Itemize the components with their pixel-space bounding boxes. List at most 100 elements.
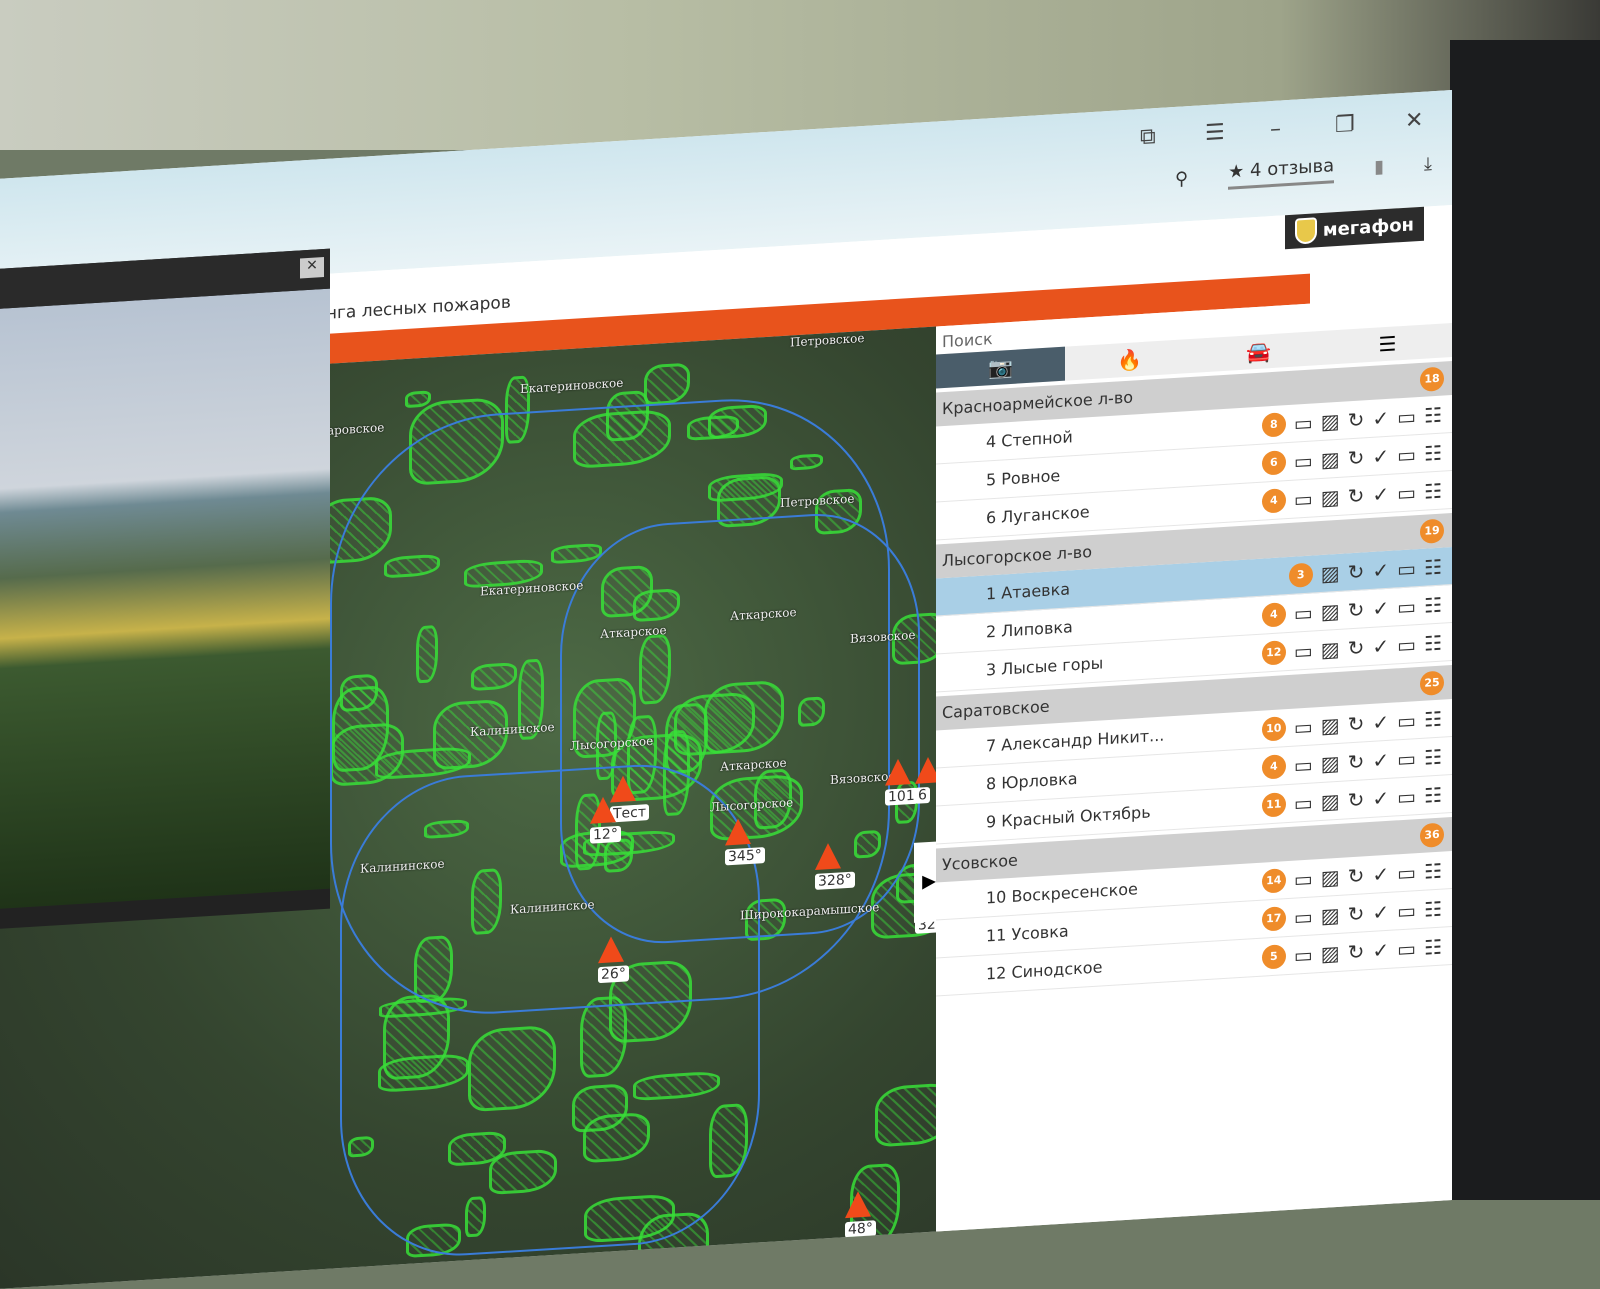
check-icon[interactable]: ✓ <box>1372 481 1389 506</box>
images-icon[interactable]: ▨ <box>1321 598 1340 623</box>
camera-marker[interactable] <box>590 796 616 824</box>
monitor-icon[interactable]: ▭ <box>1397 556 1416 581</box>
video-camera-icon[interactable]: ▭ <box>1294 904 1313 929</box>
check-icon[interactable]: ✓ <box>1372 405 1389 430</box>
download-icon[interactable]: ⤓ <box>1424 153 1432 174</box>
images-icon[interactable]: ▨ <box>1321 484 1340 509</box>
video-camera-icon[interactable]: ▭ <box>1294 866 1313 891</box>
list-icon[interactable]: ☷ <box>1424 858 1442 883</box>
images-icon[interactable]: ▨ <box>1321 712 1340 737</box>
camera-marker[interactable] <box>725 817 751 846</box>
list-icon[interactable]: ☷ <box>1424 402 1442 427</box>
refresh-icon[interactable]: ↻ <box>1348 597 1365 622</box>
refresh-icon[interactable]: ↻ <box>1348 445 1365 470</box>
close-button[interactable]: ✕ <box>1405 108 1423 134</box>
refresh-icon[interactable]: ↻ <box>1348 901 1365 926</box>
refresh-icon[interactable]: ↻ <box>1348 635 1365 660</box>
reviews-link[interactable]: ★ 4 отзыва <box>1228 155 1335 190</box>
monitor-icon[interactable]: ▭ <box>1397 480 1416 505</box>
camera-marker[interactable] <box>845 1190 871 1219</box>
check-icon[interactable]: ✓ <box>1372 633 1389 658</box>
monitor-icon[interactable]: ▭ <box>1397 936 1416 961</box>
forest-area <box>643 362 690 406</box>
images-icon[interactable]: ▨ <box>1321 560 1340 585</box>
list-icon[interactable]: ☷ <box>1424 706 1442 731</box>
menu-icon[interactable]: ☰ <box>1205 120 1225 146</box>
restore-button[interactable]: ❐ <box>1335 112 1355 138</box>
refresh-icon[interactable]: ↻ <box>1348 863 1365 888</box>
bookmark-icon[interactable]: ▮ <box>1374 156 1384 178</box>
marker-label: 101 <box>885 787 918 806</box>
check-icon[interactable]: ✓ <box>1372 861 1389 886</box>
refresh-icon[interactable]: ↻ <box>1348 559 1365 584</box>
images-icon[interactable]: ▨ <box>1321 446 1340 471</box>
tab-layers[interactable]: ☰ <box>1323 323 1452 365</box>
refresh-icon[interactable]: ↻ <box>1348 939 1365 964</box>
video-camera-icon[interactable]: ▭ <box>1294 790 1313 815</box>
images-icon[interactable]: ▨ <box>1321 750 1340 775</box>
video-camera-icon[interactable]: ▭ <box>1294 942 1313 967</box>
video-close-icon[interactable]: ✕ <box>300 256 324 279</box>
refresh-icon[interactable]: ↻ <box>1348 749 1365 774</box>
check-icon[interactable]: ✓ <box>1372 557 1389 582</box>
video-camera-icon[interactable]: ▭ <box>1294 486 1313 511</box>
refresh-icon[interactable]: ↻ <box>1348 483 1365 508</box>
camera-marker[interactable] <box>598 935 624 964</box>
collections-icon[interactable]: ⧉ <box>1140 124 1156 150</box>
check-icon[interactable]: ✓ <box>1372 595 1389 620</box>
check-icon[interactable]: ✓ <box>1372 785 1389 810</box>
group-name: Красноармейское л-во <box>942 387 1134 419</box>
images-icon[interactable]: ▨ <box>1321 408 1340 433</box>
check-icon[interactable]: ✓ <box>1372 899 1389 924</box>
images-icon[interactable]: ▨ <box>1321 902 1340 927</box>
check-icon[interactable]: ✓ <box>1372 937 1389 962</box>
group-count-badge: 36 <box>1420 822 1444 848</box>
check-icon[interactable]: ✓ <box>1372 443 1389 468</box>
camera-marker[interactable] <box>915 756 936 784</box>
images-icon[interactable]: ▨ <box>1321 636 1340 661</box>
video-camera-icon[interactable]: ▭ <box>1294 752 1313 777</box>
zoom-icon[interactable]: ⚲ <box>1175 168 1188 190</box>
video-camera-icon[interactable]: ▭ <box>1294 410 1313 435</box>
refresh-icon[interactable]: ↻ <box>1348 787 1365 812</box>
refresh-icon[interactable]: ↻ <box>1348 407 1365 432</box>
list-icon[interactable]: ☷ <box>1424 554 1442 579</box>
monitor-icon[interactable]: ▭ <box>1397 594 1416 619</box>
monitor-icon[interactable]: ▭ <box>1397 442 1416 467</box>
monitor-icon[interactable]: ▭ <box>1397 898 1416 923</box>
event-count-badge: 17 <box>1261 905 1286 932</box>
list-icon[interactable]: ☷ <box>1424 592 1442 617</box>
images-icon[interactable]: ▨ <box>1321 940 1340 965</box>
list-icon[interactable]: ☷ <box>1424 782 1442 807</box>
refresh-icon[interactable]: ↻ <box>1348 711 1365 736</box>
list-icon[interactable]: ☷ <box>1424 744 1442 769</box>
monitor-icon[interactable]: ▭ <box>1397 784 1416 809</box>
monitor-icon[interactable]: ▭ <box>1397 632 1416 657</box>
minimize-button[interactable]: – <box>1270 116 1281 142</box>
list-icon[interactable]: ☷ <box>1424 630 1442 655</box>
app-window: ⧉ ☰ – ❐ ✕ ⚲ ★ 4 отзыва ▮ ⤓ 64.Система мо… <box>0 90 1452 1289</box>
camera-marker[interactable] <box>815 842 841 870</box>
images-icon[interactable]: ▨ <box>1321 788 1340 813</box>
list-icon[interactable]: ☷ <box>1424 896 1442 921</box>
camera-name: 9 Красный Октябрь <box>986 802 1151 832</box>
list-icon[interactable]: ☷ <box>1424 478 1442 503</box>
video-camera-icon[interactable]: ▭ <box>1294 600 1313 625</box>
images-icon[interactable]: ▨ <box>1321 864 1340 889</box>
monitor-icon[interactable]: ▭ <box>1397 746 1416 771</box>
list-icon[interactable]: ☷ <box>1424 934 1442 959</box>
group-count-badge: 25 <box>1420 670 1444 696</box>
tab-vehicles[interactable]: 🚘 <box>1194 331 1323 373</box>
video-camera-icon[interactable]: ▭ <box>1294 714 1313 739</box>
video-camera-icon[interactable]: ▭ <box>1294 638 1313 663</box>
check-icon[interactable]: ✓ <box>1372 747 1389 772</box>
video-camera-icon[interactable]: ▭ <box>1294 448 1313 473</box>
check-icon[interactable]: ✓ <box>1372 709 1389 734</box>
tab-fires[interactable]: 🔥 <box>1065 339 1194 381</box>
monitor-icon[interactable]: ▭ <box>1397 404 1416 429</box>
monitor-icon[interactable]: ▭ <box>1397 860 1416 885</box>
camera-marker[interactable] <box>885 758 911 786</box>
tab-cameras[interactable]: 📷 <box>936 346 1065 389</box>
list-icon[interactable]: ☷ <box>1424 440 1442 465</box>
monitor-icon[interactable]: ▭ <box>1397 708 1416 733</box>
